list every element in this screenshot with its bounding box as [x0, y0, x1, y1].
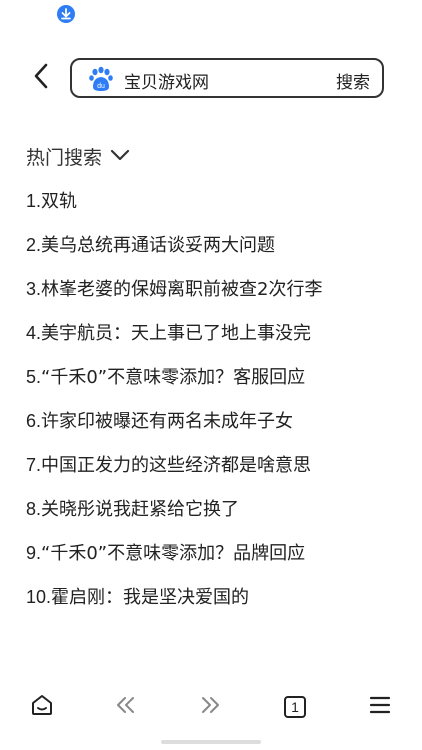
home-button[interactable]: [27, 692, 57, 722]
hot-search-item[interactable]: 9.“千禾0”不意味零添加？品牌回应: [26, 540, 406, 584]
menu-icon: [369, 696, 391, 718]
home-icon: [30, 693, 54, 721]
item-rank: 5.: [26, 367, 42, 387]
item-rank: 6.: [26, 411, 42, 431]
item-rank: 10.: [26, 587, 52, 607]
status-icons: [358, 6, 412, 26]
hot-search-title: 热门搜索: [26, 146, 103, 169]
back-button[interactable]: [24, 60, 58, 96]
tabs-button[interactable]: 1: [280, 692, 310, 722]
chevron-down-icon: [110, 145, 130, 167]
status-time: 11:36: [10, 5, 47, 22]
search-box[interactable]: du 宝贝游戏网 搜索: [70, 58, 384, 98]
search-input[interactable]: 宝贝游戏网: [124, 68, 209, 93]
item-text: 中国正发力的这些经济都是啥意思: [41, 455, 312, 476]
home-indicator: [161, 740, 261, 744]
double-chevron-left-icon: [115, 696, 137, 718]
item-text: 霍启刚：我是坚决爱国的: [51, 587, 250, 608]
hot-search-item[interactable]: 3.林峯老婆的保姆离职前被查2次行李: [26, 276, 406, 320]
item-text: 美宇航员：天上事已了地上事没完: [41, 323, 312, 344]
item-rank: 3.: [26, 279, 42, 299]
item-text: 双轨: [41, 191, 78, 212]
item-text: 林峯老婆的保姆离职前被查2次行李: [41, 279, 323, 300]
item-rank: 8.: [26, 499, 42, 519]
hot-search-header[interactable]: 热门搜索: [26, 143, 130, 169]
item-text: 关晓彤说我赶紧给它换了: [41, 499, 240, 520]
forward-nav-button[interactable]: [195, 692, 225, 722]
hot-search-item[interactable]: 6.许家印被曝还有两名未成年子女: [26, 408, 406, 452]
item-rank: 4.: [26, 323, 42, 343]
hot-search-item[interactable]: 2.美乌总统再通话谈妥两大问题: [26, 232, 406, 276]
battery-icon: [402, 6, 412, 26]
item-text: “千禾0”不意味零添加？品牌回应: [41, 543, 306, 564]
item-text: “千禾0”不意味零添加？客服回应: [41, 367, 306, 388]
back-arrow-icon: [31, 62, 51, 94]
item-text: 许家印被曝还有两名未成年子女: [41, 411, 294, 432]
hot-search-item[interactable]: 5.“千禾0”不意味零添加？客服回应: [26, 364, 406, 408]
item-rank: 2.: [26, 235, 42, 255]
wifi-icon: [358, 6, 376, 26]
hot-search-item[interactable]: 7.中国正发力的这些经济都是啥意思: [26, 452, 406, 496]
hot-search-list: 1.双轨 2.美乌总统再通话谈妥两大问题 3.林峯老婆的保姆离职前被查2次行李 …: [26, 188, 406, 628]
double-chevron-right-icon: [199, 696, 221, 718]
bottom-toolbar: 1: [0, 686, 422, 728]
item-rank: 7.: [26, 455, 42, 475]
hot-search-item[interactable]: 1.双轨: [26, 188, 406, 232]
item-rank: 1.: [26, 191, 42, 211]
hot-search-item[interactable]: 8.关晓彤说我赶紧给它换了: [26, 496, 406, 540]
status-bar: 11:36: [0, 0, 422, 28]
download-icon: [57, 5, 75, 23]
svg-text:du: du: [97, 83, 105, 90]
item-rank: 9.: [26, 543, 42, 563]
tab-count: 1: [284, 696, 306, 718]
hot-search-item[interactable]: 10.霍启刚：我是坚决爱国的: [26, 584, 406, 628]
back-nav-button[interactable]: [111, 692, 141, 722]
menu-button[interactable]: [365, 692, 395, 722]
signal-icon: [382, 6, 396, 26]
hot-search-item[interactable]: 4.美宇航员：天上事已了地上事没完: [26, 320, 406, 364]
item-text: 美乌总统再通话谈妥两大问题: [41, 235, 276, 256]
baidu-paw-icon: du: [88, 66, 114, 92]
search-button[interactable]: 搜索: [336, 68, 370, 93]
